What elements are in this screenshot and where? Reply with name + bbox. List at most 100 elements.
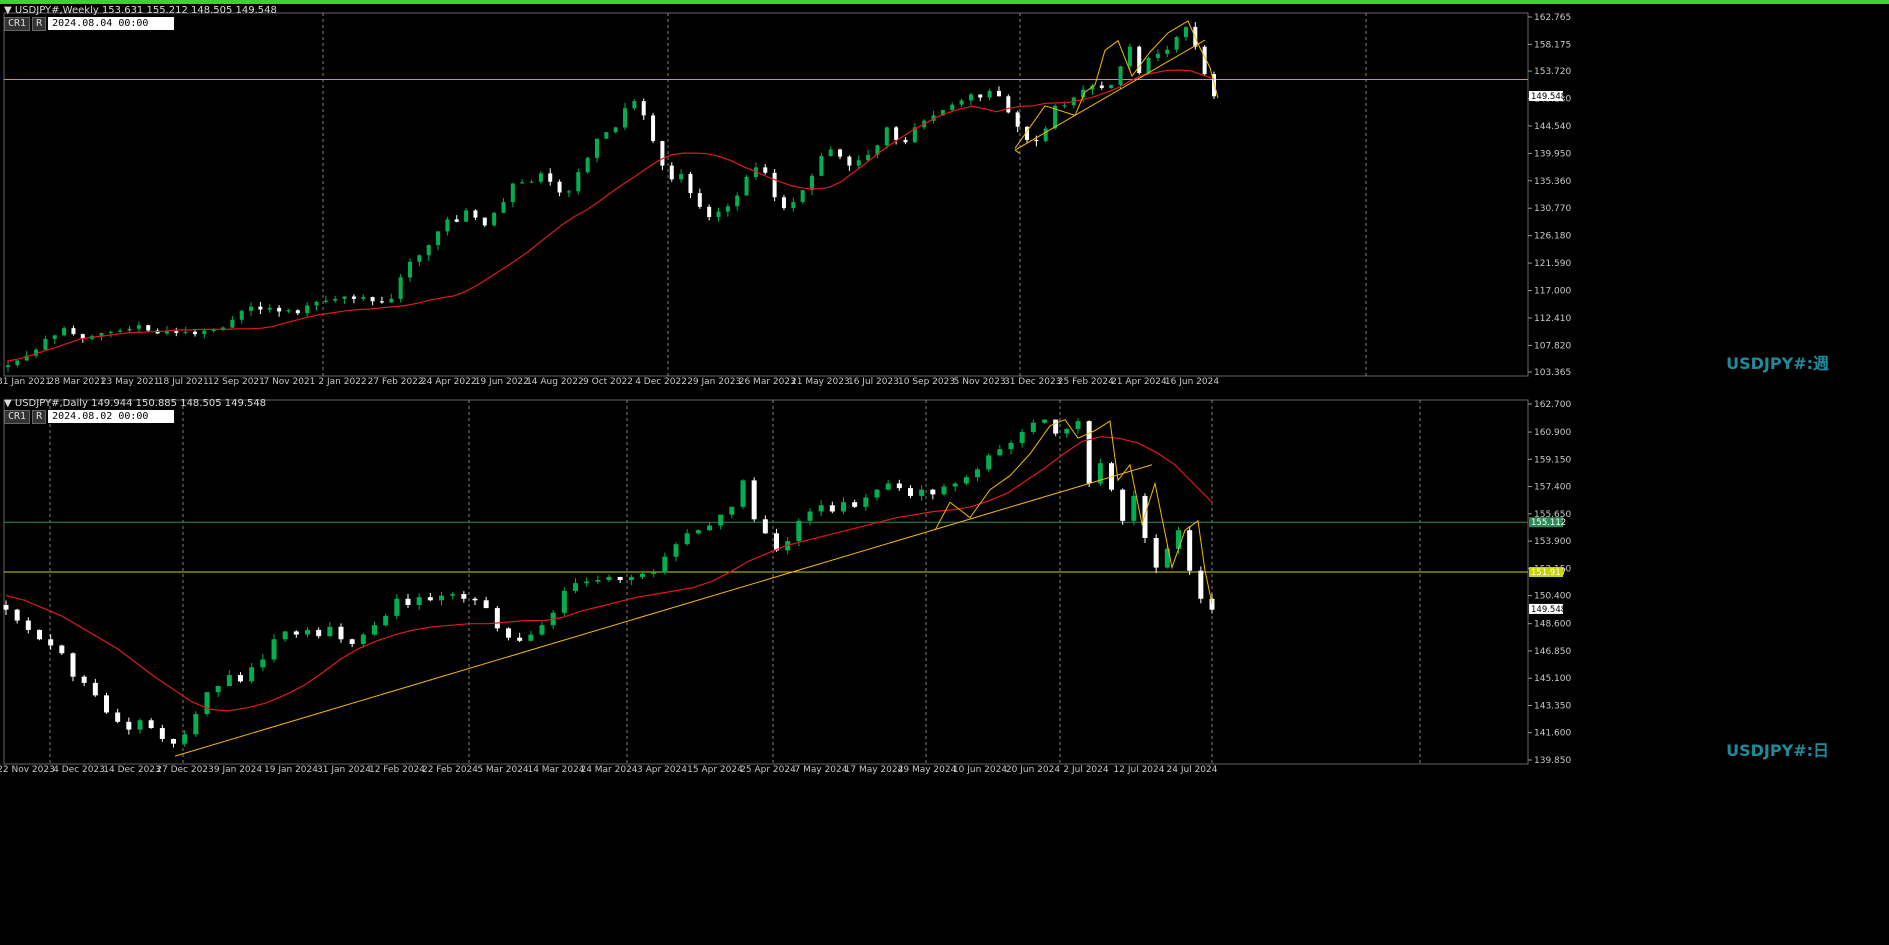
cr1-button[interactable]: CR1 <box>4 410 31 424</box>
bull-candle <box>528 634 534 641</box>
bear-candle <box>126 721 132 730</box>
bull-candle <box>1042 419 1047 423</box>
bull-candle <box>941 486 947 495</box>
bull-candle <box>986 455 992 470</box>
bull-candle <box>640 573 645 577</box>
weekly-chart-canvas[interactable]: 162.765158.175153.720149.130144.540139.9… <box>0 0 1889 391</box>
bear-candle <box>316 629 322 637</box>
x-tick-label: 20 Jun 2024 <box>1006 765 1060 775</box>
bear-candle <box>852 502 858 507</box>
bull-candle <box>695 530 701 534</box>
x-tick-label: 21 May 2023 <box>791 377 850 387</box>
bear-candle <box>483 600 489 609</box>
bear-candle <box>772 172 777 198</box>
bear-candle <box>494 608 500 629</box>
bull-candle <box>1075 421 1081 429</box>
weekly-chart-pane[interactable]: 162.765158.175153.720149.130144.540139.9… <box>0 0 1889 391</box>
bull-candle <box>679 173 684 180</box>
r-button[interactable]: R <box>32 17 47 31</box>
x-tick-label: 31 Jan 2024 <box>317 765 371 775</box>
cr1-button[interactable]: CR1 <box>4 17 31 31</box>
bear-candle <box>14 609 20 621</box>
bull-candle <box>818 505 824 512</box>
bull-candle <box>182 734 188 744</box>
bull-candle <box>260 659 266 668</box>
weekly-datetime-field[interactable]: 2024.08.04 00:00 <box>48 17 175 30</box>
bull-candle <box>426 245 431 256</box>
bear-candle <box>1209 598 1215 610</box>
daily-datetime-field[interactable]: 2024.08.02 00:00 <box>48 410 175 423</box>
x-tick-label: 18 Jul 2021 <box>158 377 209 387</box>
x-tick-label: 19 Jun 2022 <box>475 377 529 387</box>
bull-candle <box>885 483 891 490</box>
bull-candle <box>594 138 599 158</box>
bear-candle <box>557 181 562 193</box>
bear-candle <box>1142 495 1148 538</box>
bull-candle <box>239 310 244 320</box>
bull-candle <box>576 172 581 192</box>
x-tick-label: 14 Aug 2022 <box>526 377 584 387</box>
bull-candle <box>539 625 545 635</box>
bear-candle <box>641 101 646 116</box>
x-tick-label: 31 Dec 2023 <box>1004 377 1062 387</box>
bull-candle <box>327 626 333 637</box>
bull-candle <box>800 190 805 203</box>
bull-candle <box>193 714 199 735</box>
r-button[interactable]: R <box>32 410 47 424</box>
bear-candle <box>48 639 54 646</box>
bull-candle <box>623 108 628 128</box>
bull-candle <box>202 330 207 335</box>
bull-candle <box>249 667 255 682</box>
bull-candle <box>510 183 515 203</box>
bull-candle <box>810 175 814 191</box>
bull-candle <box>729 506 735 515</box>
bull-candle <box>6 365 10 368</box>
bull-candle <box>211 329 216 331</box>
bull-candle <box>1062 105 1067 107</box>
bull-candle <box>137 720 143 730</box>
bull-candle <box>501 202 506 213</box>
collapse-triangle-icon[interactable]: ▼ <box>4 5 15 16</box>
bull-candle <box>919 489 925 496</box>
bull-candle <box>718 514 724 526</box>
y-tick-label: 135.360 <box>1534 177 1571 187</box>
daily-chart-pane[interactable]: 162.700 160.900 159.150 157.400 155.650 153.9… <box>0 394 1889 945</box>
x-tick-label: 31 Jan 2021 <box>0 377 51 387</box>
bull-candle <box>286 310 291 312</box>
bull-candle <box>1155 53 1160 59</box>
bear-candle <box>104 695 109 713</box>
collapse-triangle-icon[interactable]: ▼ <box>4 398 15 409</box>
bull-candle <box>595 580 601 582</box>
bear-candle <box>349 639 355 644</box>
x-tick-label: 10 Jun 2024 <box>953 765 1007 775</box>
bear-candle <box>896 483 902 489</box>
daily-chart-header: ▼ USDJPY#,Daily 149.944 150.885 148.505 … <box>4 398 266 409</box>
bull-candle <box>183 331 188 333</box>
bull-candle <box>968 94 973 101</box>
bull-candle <box>372 625 377 635</box>
x-tick-label: 27 Dec 2023 <box>156 765 214 775</box>
daily-chart-canvas[interactable]: 162.700160.900159.150157.400155.650153.9… <box>0 394 1889 945</box>
weekly-ohlc-text: USDJPY#,Weekly 153.631 155.212 148.505 1… <box>14 5 277 16</box>
bull-candle <box>360 634 366 644</box>
x-tick-label: 21 Apr 2024 <box>1111 377 1167 387</box>
bull-candle <box>975 469 980 478</box>
y-tick-label: 112.410 <box>1534 314 1571 324</box>
bull-candle <box>43 338 48 350</box>
bull-candle <box>52 335 57 339</box>
bull-candle <box>1019 432 1025 443</box>
bull-candle <box>707 525 712 531</box>
bull-candle <box>1131 495 1137 521</box>
x-tick-label: 25 Feb 2024 <box>1058 377 1114 387</box>
x-tick-label: 9 Jan 2024 <box>214 765 262 775</box>
bull-candle <box>807 511 813 521</box>
price-label: 151.917 <box>1531 568 1566 578</box>
bull-candle <box>226 675 232 686</box>
x-tick-label: 16 Jul 2023 <box>848 377 899 387</box>
y-tick-label: 162.765 <box>1534 13 1571 23</box>
x-tick-label: 7 May 2024 <box>795 765 848 775</box>
bull-candle <box>450 594 456 596</box>
bear-candle <box>838 149 843 157</box>
bull-candle <box>15 360 20 366</box>
y-tick-label: 141.600 <box>1534 729 1571 739</box>
